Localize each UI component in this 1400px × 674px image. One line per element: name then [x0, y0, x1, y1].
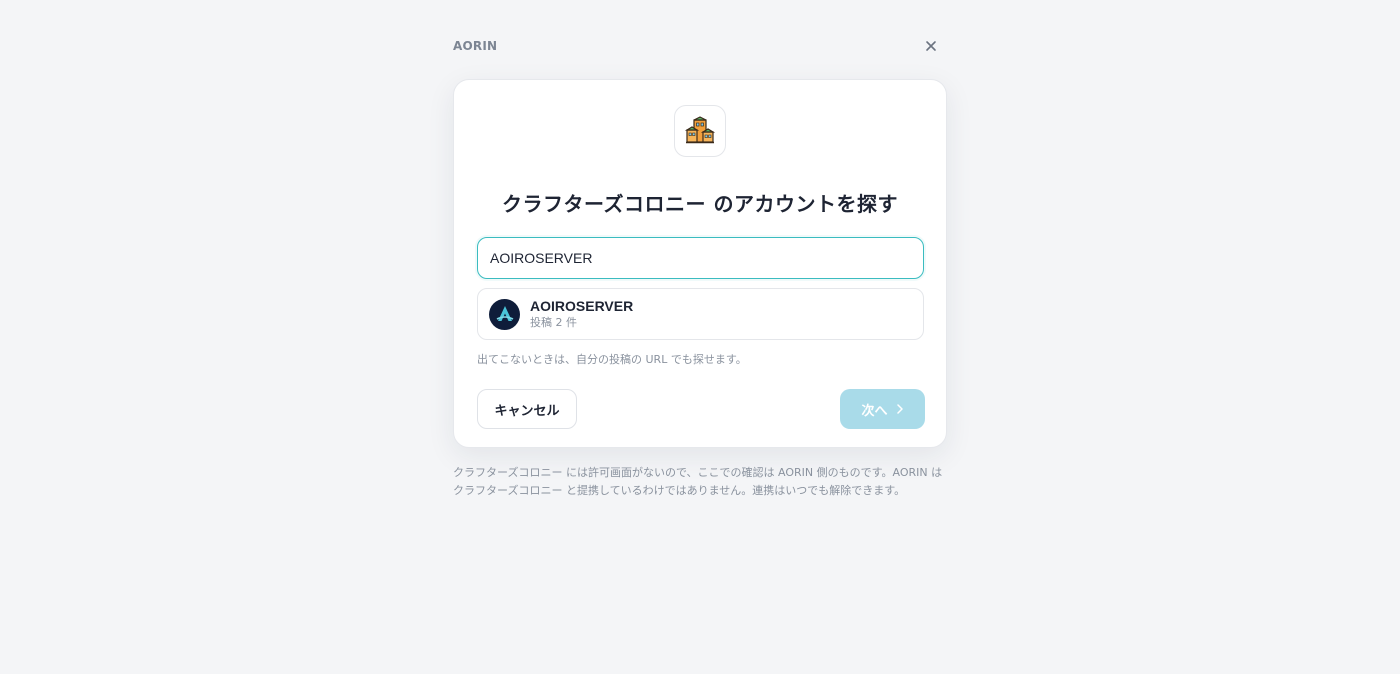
page: AORIN クラフターズコロニー のアカウントを探す AOIROSERVER A…: [0, 0, 1400, 674]
search-result-item[interactable]: AOIROSERVER 投稿 2 件: [477, 288, 924, 340]
card-title: クラフターズコロニー のアカウントを探す: [502, 192, 898, 216]
footer-note: クラフターズコロニー には許可画面がないので、ここでの確認は AORIN 側のも…: [453, 466, 943, 497]
close-icon: [926, 41, 936, 51]
result-account-name: AOIROSERVER: [530, 298, 634, 314]
result-post-count: 投稿 2 件: [530, 316, 577, 329]
brand-name: AORIN: [453, 39, 498, 53]
app-icon: [674, 105, 726, 157]
chevron-right-icon: [896, 404, 903, 414]
account-search-input[interactable]: [477, 237, 924, 279]
cancel-button[interactable]: キャンセル: [477, 389, 577, 429]
next-button-label: 次へ: [861, 403, 888, 419]
search-hint: 出てこないときは、自分の投稿の URL でも探せます。: [477, 353, 747, 366]
building-icon: [684, 116, 716, 144]
avatar: [489, 298, 520, 330]
aoiro-logo-icon: [496, 306, 513, 321]
top-bar: AORIN: [453, 35, 941, 57]
result-text: AOIROSERVER 投稿 2 件: [530, 298, 633, 330]
account-search-card: クラフターズコロニー のアカウントを探す AOIROSERVER 投稿 2 件 …: [453, 79, 947, 448]
close-button[interactable]: [921, 36, 941, 56]
next-button[interactable]: 次へ: [840, 389, 925, 429]
